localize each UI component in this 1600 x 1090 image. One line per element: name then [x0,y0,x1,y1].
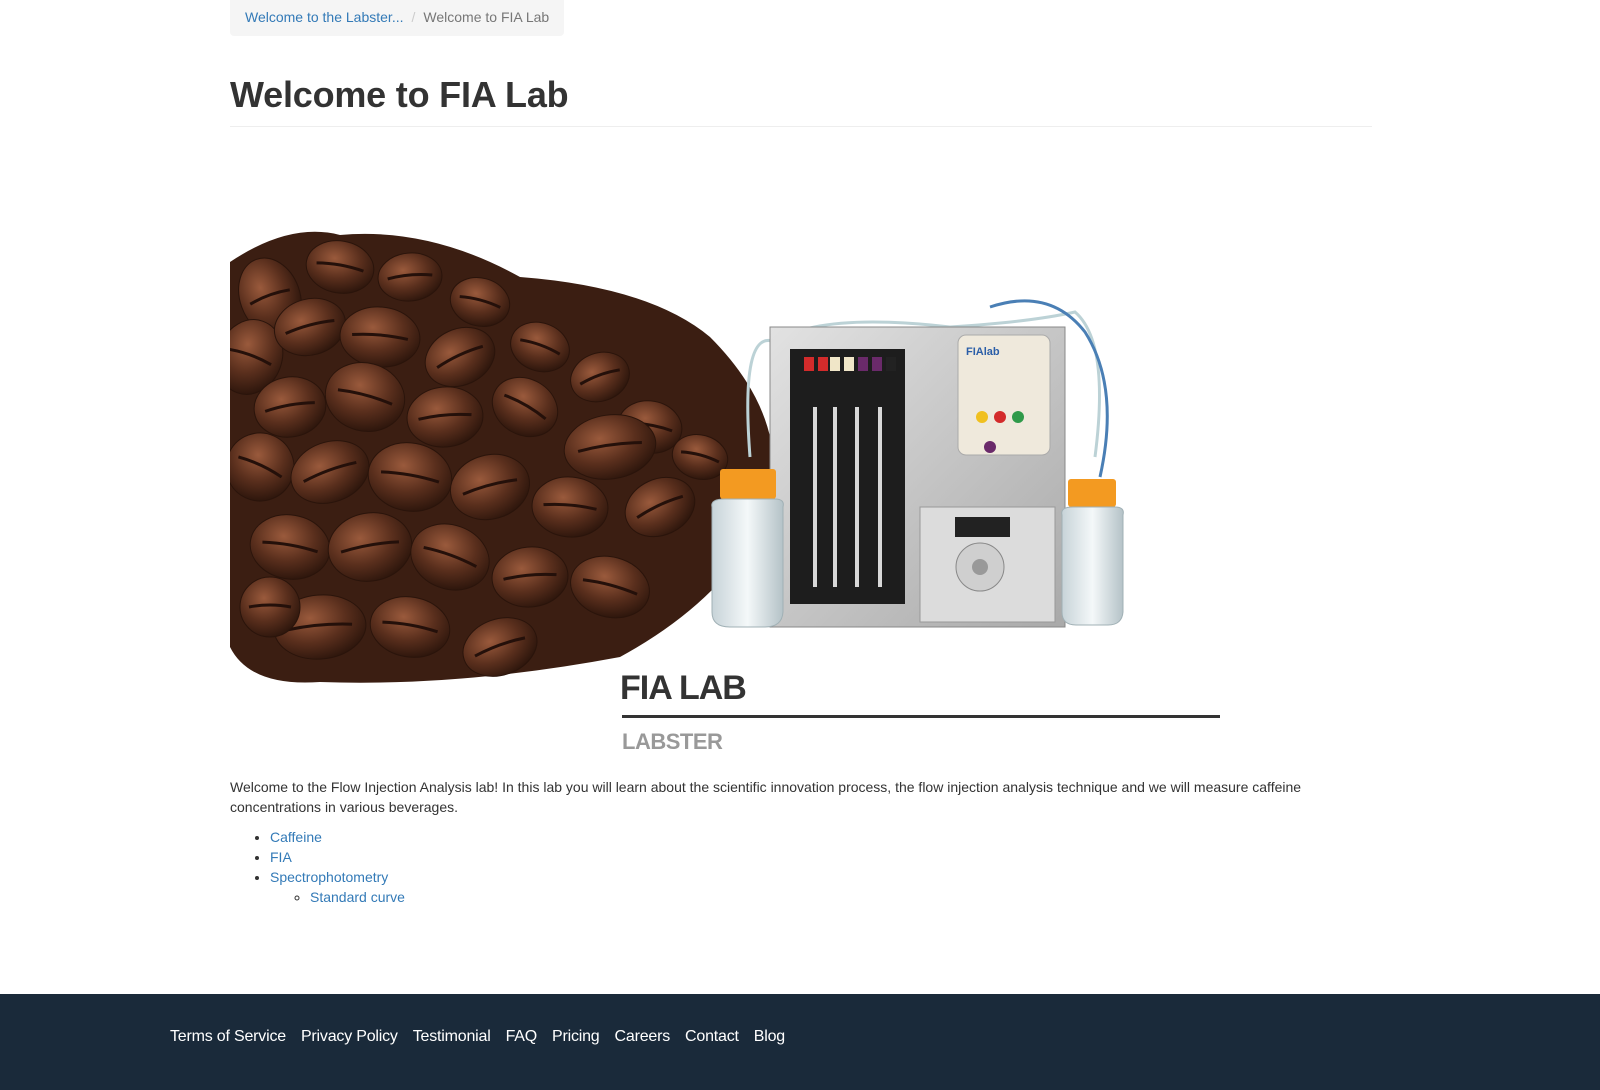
fia-device-illustration: FIAlab [746,299,1109,628]
footer-link-testimonial[interactable]: Testimonial [413,1028,491,1046]
hero-brand-title: FIA LAB [620,669,746,707]
footer-link-privacy[interactable]: Privacy Policy [301,1028,398,1046]
page-title: Welcome to FIA Lab [230,74,569,115]
footer-link-pricing[interactable]: Pricing [552,1028,600,1046]
footer-link-blog[interactable]: Blog [754,1028,785,1046]
footer-link-terms[interactable]: Terms of Service [170,1028,286,1046]
page-header: Welcome to FIA Lab [230,72,1372,127]
breadcrumb-separator: / [411,9,416,25]
reagent-bottle-right [1061,479,1124,626]
sub-topic-list: Standard curve [270,887,1372,907]
list-item: Caffeine [270,827,1372,847]
list-item: Spectrophotometry Standard curve [270,867,1372,907]
coffee-beans-illustration [230,231,774,683]
footer-link-careers[interactable]: Careers [615,1028,671,1046]
list-item: Standard curve [310,887,1372,907]
breadcrumb-current: Welcome to FIA Lab [423,9,550,25]
device-brand-label: FIAlab [966,346,1000,358]
hero-brand-subtitle: LABSTER [622,729,723,754]
topic-link-caffeine[interactable]: Caffeine [270,829,322,845]
breadcrumb-parent-link[interactable]: Welcome to the Labster... [245,9,404,25]
breadcrumb: Welcome to the Labster... / Welcome to FIA… [230,0,565,36]
footer-link-faq[interactable]: FAQ [506,1028,538,1046]
site-footer: Terms of Service Privacy Policy Testimon… [0,994,1600,1090]
hero-banner-image: FIAlab FIA LAB LABSTER [230,127,1372,757]
fia-lab-banner: FIAlab FIA LAB LABSTER [230,231,1220,754]
main-container: Welcome to the Labster... / Welcome to FIA… [230,0,1372,907]
intro-paragraph: Welcome to the Flow Injection Analysis l… [230,779,1302,815]
footer-nav: Terms of Service Privacy Policy Testimon… [170,1028,800,1046]
topic-list: Caffeine FIA Spectrophotometry Standard … [230,827,1372,907]
hero-brand-divider [622,715,1220,718]
topic-link-spectrophotometry[interactable]: Spectrophotometry [270,869,388,885]
reagent-bottle-left [711,469,784,628]
list-item: FIA [270,847,1372,867]
topic-link-fia[interactable]: FIA [270,849,292,865]
footer-link-contact[interactable]: Contact [685,1028,739,1046]
topic-link-standard-curve[interactable]: Standard curve [310,889,405,905]
